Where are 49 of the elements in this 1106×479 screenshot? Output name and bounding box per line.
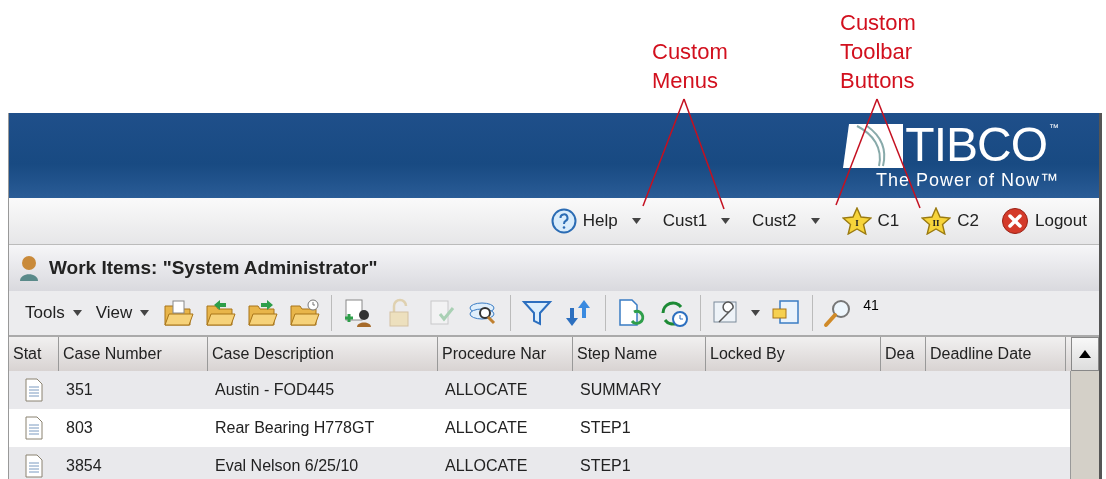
close-icon (1001, 207, 1029, 235)
annotation-label: Custom Toolbar Buttons (840, 9, 916, 95)
logo-icon (843, 122, 904, 168)
filter-icon (521, 298, 554, 328)
folder-icon (163, 298, 196, 328)
up-arrow-icon (1079, 350, 1091, 358)
star-icon: II (921, 207, 952, 235)
table-cell-text: Rear Bearing H778GT (214, 419, 376, 437)
user-icon (19, 255, 39, 281)
caret-icon (631, 218, 641, 224)
result-count: 41 (863, 297, 879, 313)
caret-icon (72, 310, 82, 316)
star-icon: I (841, 207, 872, 235)
table-cell-text: STEP1 (579, 457, 632, 475)
table-cell-text: 3854 (65, 457, 103, 475)
toolbar-menu[interactable]: View (91, 303, 160, 323)
menu-button[interactable]: Cust2 (752, 211, 820, 231)
caret-icon (721, 218, 731, 224)
folder-arrow-icon (247, 298, 280, 328)
table-cell-text: 803 (65, 419, 94, 437)
caret-icon (140, 310, 150, 316)
folder-clock-icon (289, 298, 322, 328)
trademark-text: ™ (1049, 122, 1059, 133)
panel-title: Work Items: "System Administrator" (49, 257, 378, 279)
table-cell-text: ALLOCATE (444, 419, 529, 437)
table-cell-text: ALLOCATE (444, 457, 529, 475)
table-cell-text: ALLOCATE (444, 381, 529, 399)
menu-button[interactable]: Help (550, 208, 641, 234)
table-cell-text: Austin - FOD445 (214, 381, 336, 399)
document-icon (25, 416, 43, 440)
menu-button[interactable]: II C2 (921, 207, 979, 235)
scroll-up-button[interactable] (1071, 337, 1099, 371)
menu-button[interactable]: Logout (1001, 207, 1087, 235)
help-icon (550, 208, 577, 234)
toolbar-menu[interactable]: Tools (21, 303, 92, 323)
menu-button[interactable]: Cust1 (662, 211, 731, 231)
table-cell-text: SUMMARY (579, 381, 663, 399)
caret-icon (751, 310, 761, 316)
document-icon (25, 378, 43, 402)
table-cell-text: 351 (65, 381, 94, 399)
document-icon (25, 454, 43, 478)
folder-arrow-icon (205, 298, 238, 328)
table-cell-text: STEP1 (579, 419, 632, 437)
tagline: The Power of Now™ (875, 170, 1059, 191)
caret-icon (810, 218, 820, 224)
table-cell-text: Eval Nelson 6/25/10 (214, 457, 360, 475)
menu-button[interactable]: I C1 (841, 207, 900, 235)
logo-text: TIBCO (905, 122, 1047, 168)
annotation-label: Custom Menus (652, 38, 728, 95)
